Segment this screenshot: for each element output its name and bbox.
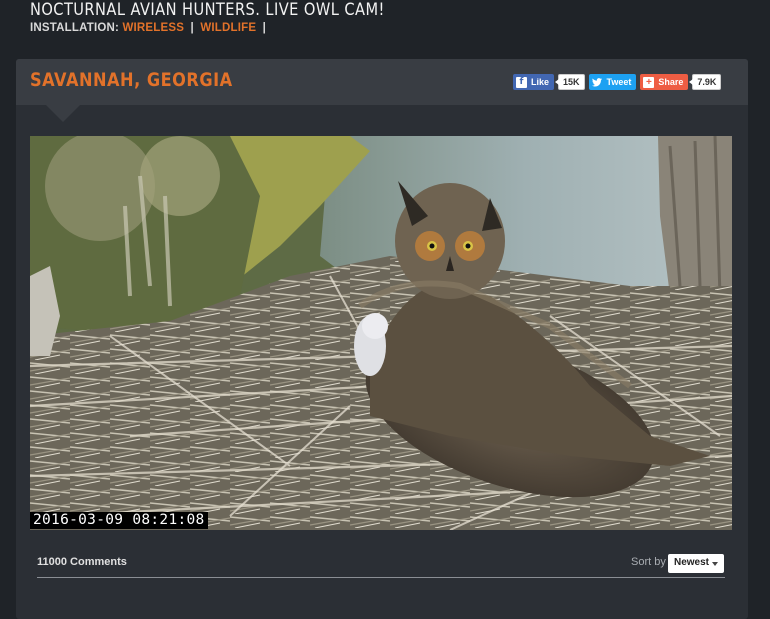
facebook-like-button[interactable]: f Like <box>513 74 555 90</box>
twitter-bird-icon <box>592 77 603 88</box>
installation-label: INSTALLATION: <box>30 22 120 34</box>
share-plus-icon: + <box>643 76 655 88</box>
tag-separator: | <box>262 22 267 34</box>
installation-line: INSTALLATION: WIRELESS | WILDLIFE | <box>30 22 750 34</box>
comments-divider <box>37 577 725 578</box>
video-timestamp: 2016-03-09 08:21:08 <box>30 512 208 529</box>
like-label: Like <box>531 77 550 87</box>
facebook-icon: f <box>516 76 527 88</box>
sort-label: Sort by <box>631 556 666 568</box>
tweet-label: Tweet <box>606 77 632 87</box>
like-count: 15K <box>555 74 585 90</box>
owl-nest-video-frame <box>30 136 732 530</box>
tag-separator: | <box>190 22 194 34</box>
live-cam-video[interactable]: 2016-03-09 08:21:08 <box>30 136 732 530</box>
tag-link-wildlife[interactable]: WILDLIFE <box>200 22 256 34</box>
sort-dropdown[interactable]: Newest <box>668 554 724 573</box>
comments-count: 11000 Comments <box>37 556 127 568</box>
share-count: 7.9K <box>689 74 722 90</box>
cam-panel: SAVANNAH, GEORGIA f Like 15K Tweet + Sha… <box>16 59 748 619</box>
chevron-down-icon <box>712 562 718 566</box>
tag-link-wireless[interactable]: WIRELESS <box>122 22 184 34</box>
share-label: Share <box>658 77 684 87</box>
page-title: NOCTURNAL AVIAN HUNTERS. LIVE OWL CAM! <box>30 0 385 20</box>
share-button[interactable]: + Share <box>640 74 689 90</box>
location-title: SAVANNAH, GEORGIA <box>30 69 233 91</box>
social-buttons: f Like 15K Tweet + Share 7.9K <box>513 74 722 90</box>
page-header: NOCTURNAL AVIAN HUNTERS. LIVE OWL CAM! I… <box>30 0 750 34</box>
panel-header: SAVANNAH, GEORGIA f Like 15K Tweet + Sha… <box>16 59 748 122</box>
sort-value: Newest <box>674 557 710 568</box>
tweet-button[interactable]: Tweet <box>588 74 637 90</box>
